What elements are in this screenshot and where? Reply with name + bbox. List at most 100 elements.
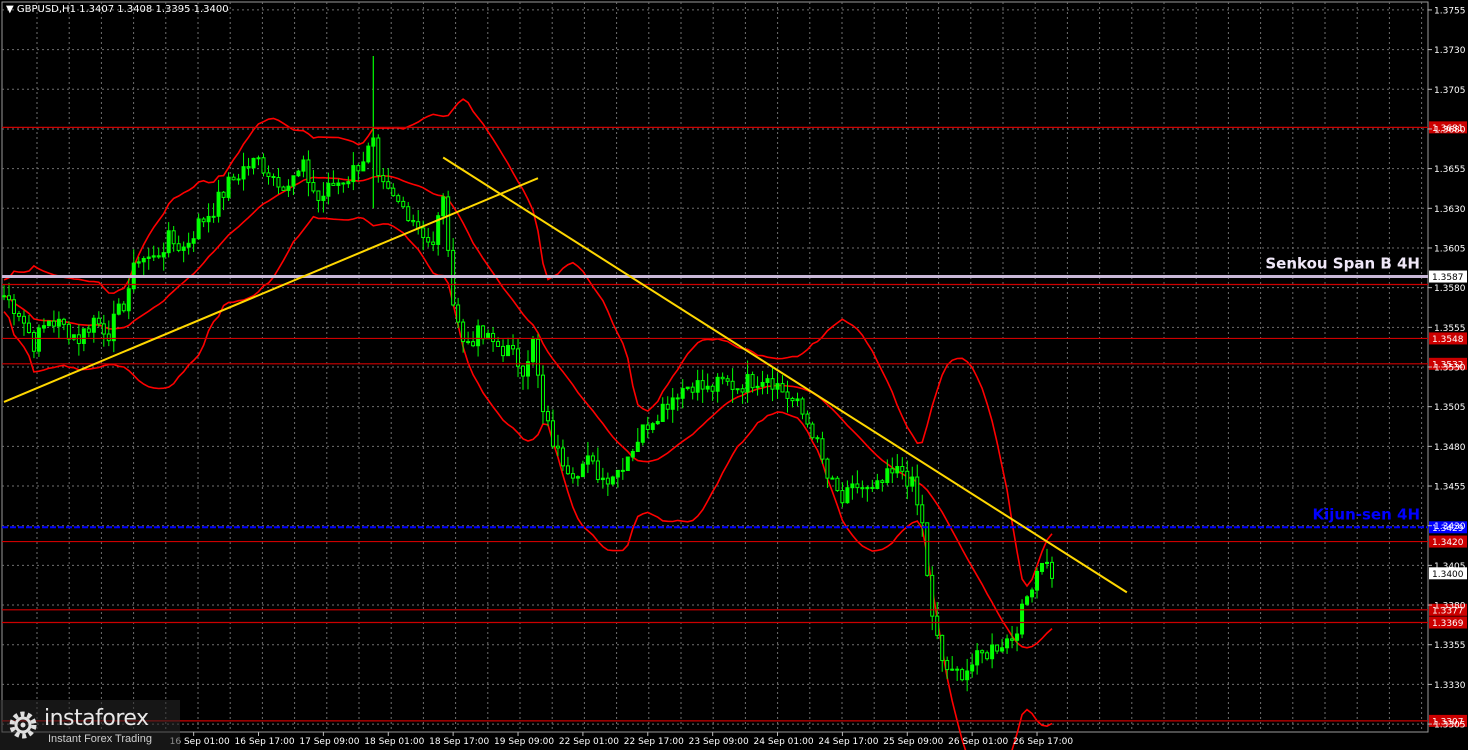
time-axis: 16 Sep 01:00 16 Sep 17:00 17 Sep 09:00 18 S… xyxy=(170,732,1073,747)
candle-body xyxy=(565,465,570,475)
candle-body xyxy=(1030,589,1035,598)
kijun-annotation: Kijun-sen 4H xyxy=(1313,505,1420,523)
time-tick-label: 18 Sep 17:00 xyxy=(429,737,489,747)
price-tick-label: 1.3755 xyxy=(1434,6,1466,16)
level-label: 1.3420 xyxy=(1432,538,1464,548)
candle-body xyxy=(346,181,351,185)
candle-body xyxy=(351,165,356,183)
candle-body xyxy=(890,468,895,474)
price-tick-label: 1.3605 xyxy=(1434,244,1466,254)
candle-body xyxy=(91,317,96,333)
logo-brand: instaforex xyxy=(44,706,149,731)
candle-body xyxy=(136,261,141,264)
candle-body xyxy=(900,466,905,472)
candle-body xyxy=(286,185,291,191)
candle-body xyxy=(201,218,206,223)
candle-body xyxy=(665,403,670,410)
candle-body xyxy=(161,252,166,258)
level-label: 1.3548 xyxy=(1432,335,1464,345)
upper-band xyxy=(3,98,1053,588)
candle-body xyxy=(386,181,391,189)
candle-body xyxy=(521,365,526,377)
candle-body xyxy=(535,338,540,376)
price-tick-label: 1.3655 xyxy=(1434,165,1466,175)
candle-body xyxy=(965,670,970,681)
candle-body xyxy=(580,463,585,478)
candle-body xyxy=(241,166,246,180)
candle-body xyxy=(555,445,560,449)
candle-body xyxy=(830,477,835,480)
candle-body xyxy=(361,161,366,172)
candle-body xyxy=(560,447,565,467)
time-tick-label: 22 Sep 01:00 xyxy=(559,737,619,747)
annotations: Senkou Span B 4H Kijun-sen 4H xyxy=(1265,255,1420,524)
level-label: 1.3587 xyxy=(1432,273,1464,283)
price-tick-label: 1.3705 xyxy=(1434,86,1466,96)
candle-body xyxy=(181,246,186,251)
lower-band xyxy=(3,215,1053,750)
candle-body xyxy=(855,483,860,489)
logo-tagline: Instant Forex Trading xyxy=(48,733,152,745)
instaforex-logo: instaforex Instant Forex Trading xyxy=(0,700,180,750)
time-tick-label: 16 Sep 17:00 xyxy=(235,737,295,747)
time-tick-label: 24 Sep 01:00 xyxy=(754,737,814,747)
candle-body xyxy=(326,182,331,197)
candle-body xyxy=(655,420,660,425)
candle-body xyxy=(710,385,715,392)
candle-body xyxy=(540,374,545,413)
candle-body xyxy=(885,468,890,484)
candle-body xyxy=(501,345,506,357)
candle-body xyxy=(106,333,111,342)
candle-body xyxy=(431,241,436,245)
candle-body xyxy=(496,341,501,347)
candle-body xyxy=(940,634,945,662)
time-tick-label: 17 Sep 09:00 xyxy=(299,737,359,747)
candle-body xyxy=(935,615,940,636)
candle-body xyxy=(1025,596,1030,605)
trendline xyxy=(442,156,1128,594)
price-tick-label: 1.3330 xyxy=(1434,681,1466,691)
candle-body xyxy=(421,227,426,239)
candle-body xyxy=(226,176,231,198)
candle-body xyxy=(645,424,650,430)
candle-body xyxy=(755,385,760,389)
candle-body xyxy=(301,159,306,172)
candles xyxy=(2,55,1054,692)
candle-body xyxy=(780,383,785,393)
candle-body xyxy=(860,487,865,490)
candle-body xyxy=(2,295,6,298)
candle-body xyxy=(770,378,775,390)
price-tick-label: 1.3530 xyxy=(1434,364,1466,374)
candle-body xyxy=(336,182,341,186)
candle-body xyxy=(456,304,461,323)
candle-body xyxy=(196,218,201,240)
candle-body xyxy=(191,238,196,244)
candle-body xyxy=(840,490,845,504)
candle-body xyxy=(86,328,91,333)
candle-body xyxy=(466,341,471,344)
candle-body xyxy=(675,397,680,400)
price-tick-label: 1.3630 xyxy=(1434,205,1466,215)
candle-body xyxy=(595,460,600,481)
candle-body xyxy=(845,487,850,504)
candle-body xyxy=(216,191,221,217)
candle-body xyxy=(550,420,555,447)
horizontal-levels: 1.36811.35871.35481.35321.34291.34201.33… xyxy=(2,121,1467,727)
price-tick-label: 1.3355 xyxy=(1434,641,1466,651)
candle-body xyxy=(630,450,635,458)
candle-body xyxy=(945,660,950,671)
candle-body xyxy=(321,195,326,201)
price-tick-label: 1.3305 xyxy=(1434,721,1466,731)
candle-body xyxy=(740,388,745,393)
candle-body xyxy=(401,200,406,208)
candle-body xyxy=(1040,562,1045,572)
candle-body xyxy=(640,424,645,443)
candle-body xyxy=(251,157,256,169)
candle-body xyxy=(306,159,311,184)
candle-body xyxy=(715,376,720,392)
candle-body xyxy=(620,469,625,472)
time-tick-label: 25 Sep 09:00 xyxy=(883,737,943,747)
candle-body xyxy=(815,437,820,440)
candle-body xyxy=(720,376,725,380)
candle-body xyxy=(765,378,770,383)
